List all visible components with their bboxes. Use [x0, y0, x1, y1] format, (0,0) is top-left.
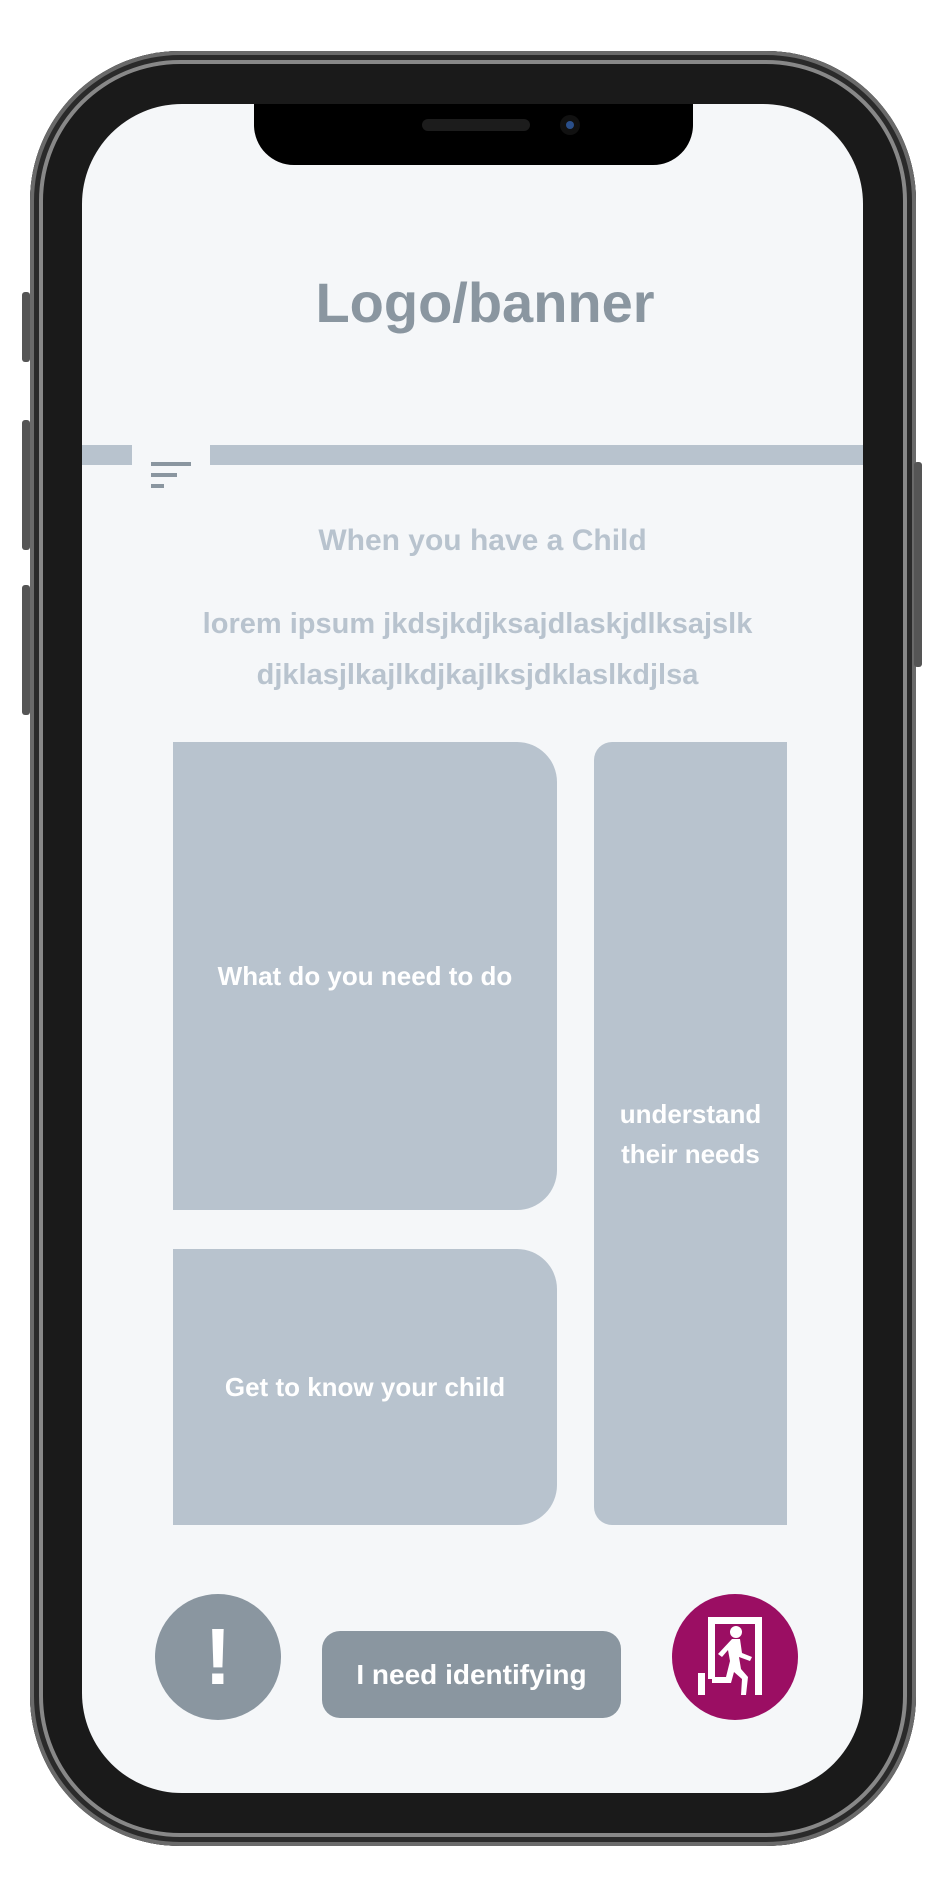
intro-text-line: lorem ipsum jkdsjkdjksajdlaskjdlksajslk [202, 608, 753, 640]
notch [254, 104, 693, 165]
exit-button[interactable] [672, 1594, 798, 1720]
intro-text-line: djklasjlkajlkdjkajlksjdklaslkdjlsa [256, 659, 699, 691]
camera [560, 115, 580, 135]
card-what-to-do[interactable]: What do you need to do [173, 742, 557, 1210]
emergency-exit-icon [698, 1617, 762, 1695]
volume-down-button [22, 585, 30, 715]
mute-switch [22, 292, 30, 362]
section-title: When you have a Child [318, 524, 647, 557]
menu-lines-icon[interactable] [151, 462, 191, 492]
identify-button[interactable]: I need identifying [322, 1631, 621, 1718]
nav-divider-right [210, 445, 863, 465]
card-label: understand their needs [620, 1094, 762, 1174]
card-label: Get to know your child [224, 1372, 506, 1402]
card-know-your-child[interactable]: Get to know your child [173, 1249, 557, 1525]
intro-text: lorem ipsum jkdsjkdjksajdlaskjdlksajslk … [82, 599, 863, 701]
exclamation-icon: ! [204, 1612, 232, 1701]
card-label-line: understand [619, 1098, 762, 1129]
nav-divider-left [82, 445, 132, 465]
power-button [914, 462, 922, 667]
logo-banner: Logo/banner [315, 271, 655, 334]
speaker [422, 119, 530, 131]
card-label-line: their needs [621, 1138, 760, 1169]
card-label: What do you need to do [217, 961, 513, 991]
card-understand-needs[interactable]: understand their needs [594, 742, 787, 1525]
alert-button[interactable]: ! [155, 1594, 281, 1720]
volume-up-button [22, 420, 30, 550]
app-screen: Logo/banner When you have a Child lorem … [82, 104, 863, 1793]
